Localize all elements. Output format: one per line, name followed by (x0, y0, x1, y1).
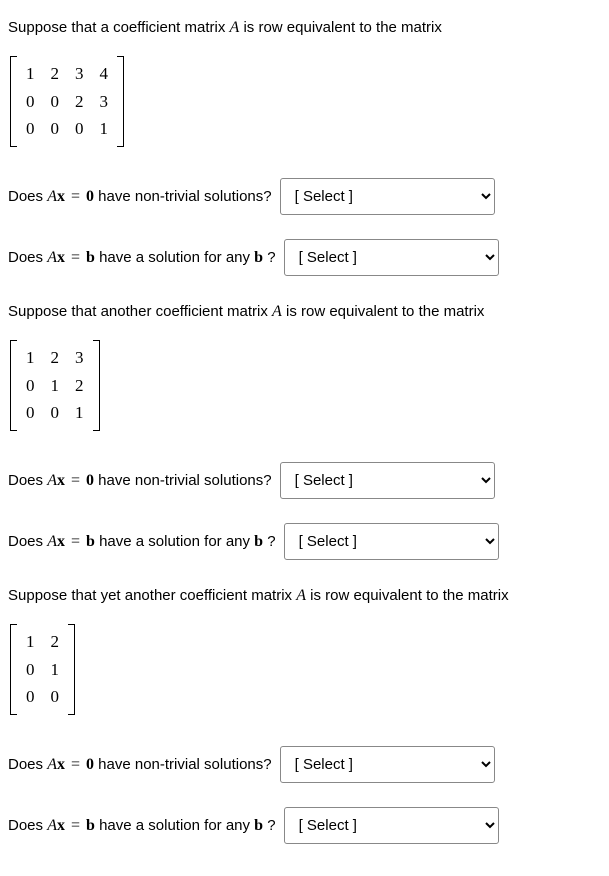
intro-1-post: is row equivalent to the matrix (239, 19, 442, 36)
q1-nontrivial-text: Does Ax = 0 have non-trivial solutions? (8, 185, 272, 209)
matrix-2: 123 012 001 (8, 340, 102, 431)
q3-nontrivial-row: Does Ax = 0 have non-trivial solutions? … (8, 746, 601, 783)
q2-anyb-text: Does Ax = b have a solution for any b ? (8, 530, 276, 554)
q2-anyb-select[interactable]: [ Select ] (284, 523, 499, 560)
q2-anyb-row: Does Ax = b have a solution for any b ? … (8, 523, 601, 560)
q1-nontrivial-select[interactable]: [ Select ] (280, 178, 495, 215)
intro-1: Suppose that a coefficient matrix A is r… (8, 16, 601, 40)
intro-3-post: is row equivalent to the matrix (306, 587, 509, 604)
q1-anyb-row: Does Ax = b have a solution for any b ? … (8, 239, 601, 276)
intro-3-A: A (296, 587, 306, 604)
q3-anyb-select[interactable]: [ Select ] (284, 807, 499, 844)
q3-anyb-text: Does Ax = b have a solution for any b ? (8, 814, 276, 838)
intro-3: Suppose that yet another coefficient mat… (8, 584, 601, 608)
intro-3-pre: Suppose that yet another coefficient mat… (8, 587, 296, 604)
q1-anyb-select[interactable]: [ Select ] (284, 239, 499, 276)
intro-2-post: is row equivalent to the matrix (282, 303, 485, 320)
q3-anyb-row: Does Ax = b have a solution for any b ? … (8, 807, 601, 844)
q3-nontrivial-select[interactable]: [ Select ] (280, 746, 495, 783)
q2-nontrivial-select[interactable]: [ Select ] (280, 462, 495, 499)
q2-nontrivial-row: Does Ax = 0 have non-trivial solutions? … (8, 462, 601, 499)
intro-1-A: A (230, 19, 240, 36)
matrix-1: 1234 0023 0001 (8, 56, 126, 147)
q1-anyb-text: Does Ax = b have a solution for any b ? (8, 246, 276, 270)
q1-nontrivial-row: Does Ax = 0 have non-trivial solutions? … (8, 178, 601, 215)
intro-1-pre: Suppose that a coefficient matrix (8, 19, 230, 36)
intro-2-pre: Suppose that another coefficient matrix (8, 303, 272, 320)
intro-2-A: A (272, 303, 282, 320)
intro-2: Suppose that another coefficient matrix … (8, 300, 601, 324)
matrix-3: 12 01 00 (8, 624, 77, 715)
q2-nontrivial-text: Does Ax = 0 have non-trivial solutions? (8, 469, 272, 493)
q3-nontrivial-text: Does Ax = 0 have non-trivial solutions? (8, 753, 272, 777)
